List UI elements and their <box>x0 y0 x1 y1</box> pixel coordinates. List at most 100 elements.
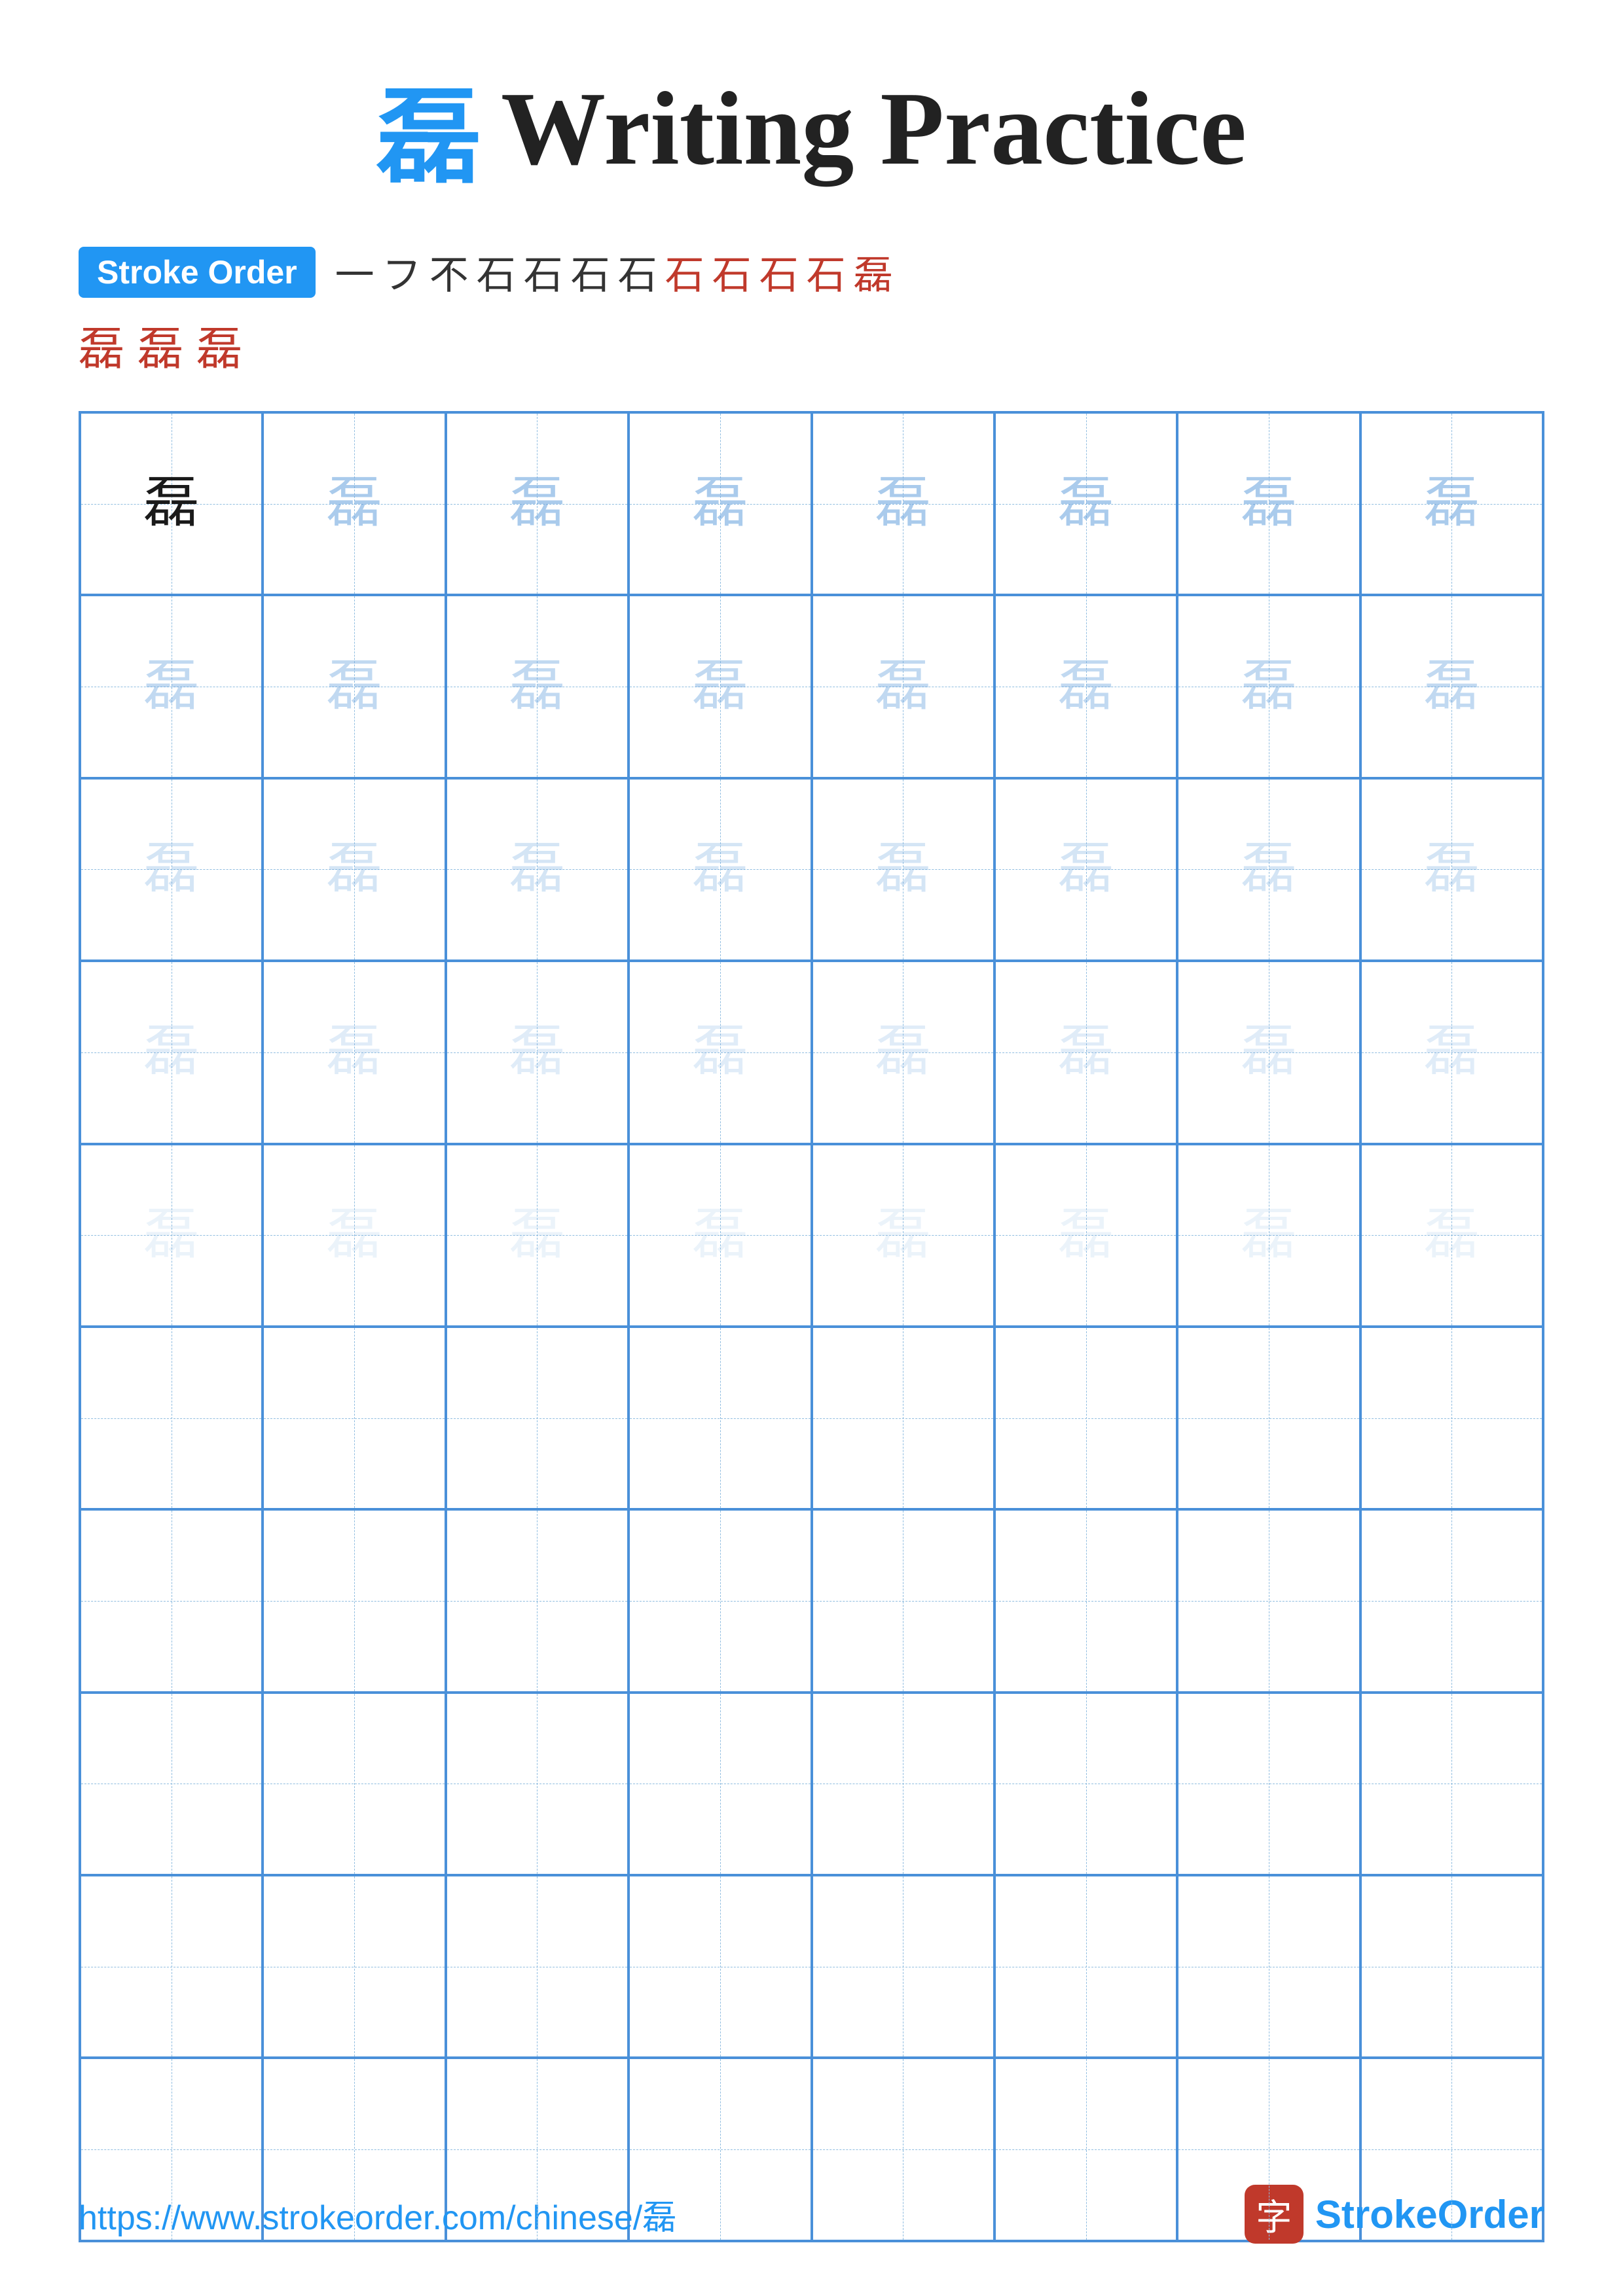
grid-cell[interactable] <box>994 1693 1177 1875</box>
stroke-s4: 石 <box>477 243 516 300</box>
footer-logo: 字 StrokeOrder <box>1245 2185 1544 2244</box>
grid-cell[interactable]: 磊 <box>80 778 263 961</box>
logo-chinese-char: 字 <box>1256 2188 1292 2240</box>
grid-cell[interactable] <box>1177 1327 1360 1509</box>
grid-cell[interactable]: 磊 <box>1177 1144 1360 1327</box>
stroke-order-row1: Stroke Order 一 フ 不 石 石 石 石 石 石 石 石 磊 <box>79 243 1544 300</box>
grid-cell[interactable]: 磊 <box>629 1144 811 1327</box>
stroke-r2-s2: 磊 <box>137 312 183 378</box>
grid-row-3: 磊 磊 磊 磊 磊 磊 磊 磊 <box>80 778 1543 961</box>
grid-cell[interactable]: 磊 <box>446 1144 629 1327</box>
grid-cell[interactable]: 磊 <box>812 1144 994 1327</box>
grid-row-7 <box>80 1509 1543 1692</box>
grid-cell[interactable] <box>629 1693 811 1875</box>
grid-cell[interactable] <box>994 1509 1177 1692</box>
grid-cell[interactable]: 磊 <box>80 961 263 1143</box>
grid-cell[interactable]: 磊 <box>629 778 811 961</box>
page: 磊 Writing Practice Stroke Order 一 フ 不 石 … <box>0 0 1623 2296</box>
grid-cell[interactable] <box>629 1875 811 2058</box>
title-chinese-char: 磊 <box>376 52 481 204</box>
grid-cell[interactable]: 磊 <box>1360 778 1543 961</box>
grid-cell[interactable]: 磊 <box>1360 412 1543 595</box>
grid-cell[interactable]: 磊 <box>994 1144 1177 1327</box>
stroke-chars-row2: 磊 磊 磊 <box>79 312 1544 378</box>
grid-cell[interactable]: 磊 <box>263 1144 445 1327</box>
grid-row-8 <box>80 1693 1543 1875</box>
grid-cell[interactable] <box>80 1875 263 2058</box>
grid-cell[interactable] <box>1177 1875 1360 2058</box>
grid-cell[interactable]: 磊 <box>629 961 811 1143</box>
grid-row-5: 磊 磊 磊 磊 磊 磊 磊 磊 <box>80 1144 1543 1327</box>
stroke-r2-s1: 磊 <box>79 312 124 378</box>
grid-cell[interactable]: 磊 <box>80 1144 263 1327</box>
grid-cell[interactable] <box>812 1693 994 1875</box>
grid-cell[interactable]: 磊 <box>80 595 263 778</box>
stroke-s5: 石 <box>524 243 563 300</box>
strokeorder-logo-icon: 字 <box>1245 2185 1304 2244</box>
stroke-s6: 石 <box>571 243 610 300</box>
grid-cell[interactable] <box>994 1327 1177 1509</box>
grid-row-1: 磊 磊 磊 磊 磊 磊 磊 磊 <box>80 412 1543 595</box>
grid-cell[interactable] <box>80 1693 263 1875</box>
grid-cell[interactable]: 磊 <box>994 412 1177 595</box>
grid-cell[interactable] <box>263 1327 445 1509</box>
stroke-s10: 石 <box>759 243 799 300</box>
grid-row-6 <box>80 1327 1543 1509</box>
footer-url[interactable]: https://www.strokeorder.com/chinese/磊 <box>79 2190 676 2239</box>
grid-cell[interactable]: 磊 <box>1177 412 1360 595</box>
grid-cell[interactable] <box>1360 1875 1543 2058</box>
grid-cell[interactable] <box>80 1327 263 1509</box>
grid-cell[interactable]: 磊 <box>812 961 994 1143</box>
grid-cell[interactable]: 磊 <box>1360 595 1543 778</box>
grid-cell[interactable] <box>1360 1693 1543 1875</box>
grid-cell[interactable]: 磊 <box>446 961 629 1143</box>
grid-cell[interactable] <box>812 1327 994 1509</box>
grid-cell[interactable]: 磊 <box>80 412 263 595</box>
stroke-s12: 磊 <box>854 243 893 300</box>
grid-cell[interactable]: 磊 <box>263 961 445 1143</box>
grid-cell[interactable] <box>446 1875 629 2058</box>
grid-cell[interactable]: 磊 <box>994 595 1177 778</box>
practice-grid: 磊 磊 磊 磊 磊 磊 磊 磊 磊 磊 磊 磊 磊 磊 磊 磊 磊 磊 磊 磊 … <box>79 411 1544 2242</box>
grid-cell[interactable]: 磊 <box>994 961 1177 1143</box>
grid-cell[interactable]: 磊 <box>1360 961 1543 1143</box>
grid-cell[interactable] <box>446 1693 629 1875</box>
grid-cell[interactable]: 磊 <box>446 778 629 961</box>
grid-cell[interactable]: 磊 <box>1177 595 1360 778</box>
grid-cell[interactable] <box>812 1875 994 2058</box>
grid-cell[interactable] <box>446 1327 629 1509</box>
grid-cell[interactable] <box>263 1875 445 2058</box>
grid-cell[interactable]: 磊 <box>1177 961 1360 1143</box>
grid-cell[interactable]: 磊 <box>812 778 994 961</box>
grid-row-9 <box>80 1875 1543 2058</box>
stroke-s2: フ <box>382 243 422 300</box>
grid-cell[interactable] <box>994 1875 1177 2058</box>
grid-cell[interactable] <box>1177 1509 1360 1692</box>
stroke-s9: 石 <box>712 243 752 300</box>
grid-cell[interactable]: 磊 <box>629 595 811 778</box>
grid-cell[interactable]: 磊 <box>446 595 629 778</box>
grid-cell[interactable]: 磊 <box>629 412 811 595</box>
page-title: 磊 Writing Practice <box>376 52 1247 204</box>
logo-text-stroke: Stroke <box>1315 2193 1438 2236</box>
grid-cell[interactable] <box>1360 1509 1543 1692</box>
grid-cell[interactable] <box>629 1327 811 1509</box>
grid-cell[interactable] <box>629 1509 811 1692</box>
grid-cell[interactable] <box>1360 1327 1543 1509</box>
grid-cell[interactable] <box>80 1509 263 1692</box>
grid-cell[interactable]: 磊 <box>446 412 629 595</box>
grid-cell[interactable]: 磊 <box>263 778 445 961</box>
grid-cell[interactable] <box>446 1509 629 1692</box>
footer: https://www.strokeorder.com/chinese/磊 字 … <box>79 2185 1544 2244</box>
grid-cell[interactable] <box>1177 1693 1360 1875</box>
grid-cell[interactable]: 磊 <box>812 412 994 595</box>
grid-cell[interactable] <box>263 1693 445 1875</box>
grid-cell[interactable]: 磊 <box>1360 1144 1543 1327</box>
grid-cell[interactable] <box>812 1509 994 1692</box>
grid-cell[interactable] <box>263 1509 445 1692</box>
grid-cell[interactable]: 磊 <box>263 412 445 595</box>
grid-cell[interactable]: 磊 <box>812 595 994 778</box>
grid-cell[interactable]: 磊 <box>1177 778 1360 961</box>
grid-cell[interactable]: 磊 <box>263 595 445 778</box>
grid-cell[interactable]: 磊 <box>994 778 1177 961</box>
